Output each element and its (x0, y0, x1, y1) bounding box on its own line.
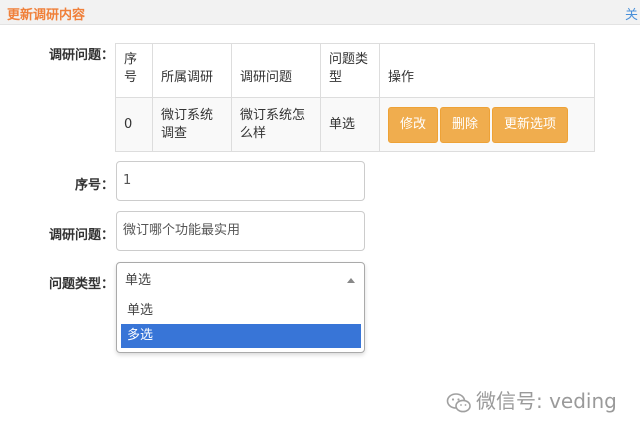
cell-type: 单选 (320, 97, 380, 152)
question-input[interactable]: 微订哪个功能最实用 (116, 211, 365, 251)
cell-serial: 0 (115, 97, 153, 152)
delete-button[interactable]: 删除 (440, 106, 491, 143)
serial-label: 序号： (74, 178, 114, 193)
table-header-row: 序号 所属调研 调研问题 问题类型 操作 (115, 43, 595, 98)
type-select[interactable]: 单选 单选 多选 (116, 262, 365, 353)
watermark-text: 微信号: veding (476, 389, 617, 413)
dialog-titlebar: 更新调研内容 关 (0, 0, 640, 25)
type-select-current[interactable]: 单选 (117, 263, 364, 299)
survey-question-label: 调研问题： (48, 48, 114, 63)
chevron-up-icon (347, 278, 355, 283)
close-button[interactable]: 关 (625, 4, 638, 23)
cell-actions: 修改 删除 更新选项 (379, 97, 595, 152)
update-options-button[interactable]: 更新选项 (492, 106, 569, 143)
type-option-single[interactable]: 单选 (121, 299, 361, 323)
serial-input[interactable]: 1 (116, 161, 365, 201)
table-row: 0 微订系统调查 微订系统怎么样 单选 修改 删除 更新选项 (115, 97, 595, 152)
dialog-title: 更新调研内容 (7, 8, 86, 23)
col-actions: 操作 (379, 43, 595, 98)
cell-survey: 微订系统调查 (152, 97, 232, 152)
type-label: 问题类型： (48, 277, 114, 292)
col-survey: 所属调研 (152, 43, 232, 98)
question-table: 序号 所属调研 调研问题 问题类型 操作 0 微订系统调查 微订系统怎么样 单选… (115, 43, 595, 152)
type-option-multiple[interactable]: 多选 (121, 324, 361, 348)
question-label: 调研问题： (48, 228, 114, 243)
col-serial: 序号 (115, 43, 153, 98)
edit-button[interactable]: 修改 (388, 106, 439, 143)
type-select-value: 单选 (125, 273, 152, 288)
watermark: 微信号: veding (446, 385, 617, 413)
wechat-icon (446, 392, 471, 412)
cell-question: 微订系统怎么样 (231, 97, 321, 152)
col-question: 调研问题 (231, 43, 321, 98)
col-type: 问题类型 (320, 43, 380, 98)
